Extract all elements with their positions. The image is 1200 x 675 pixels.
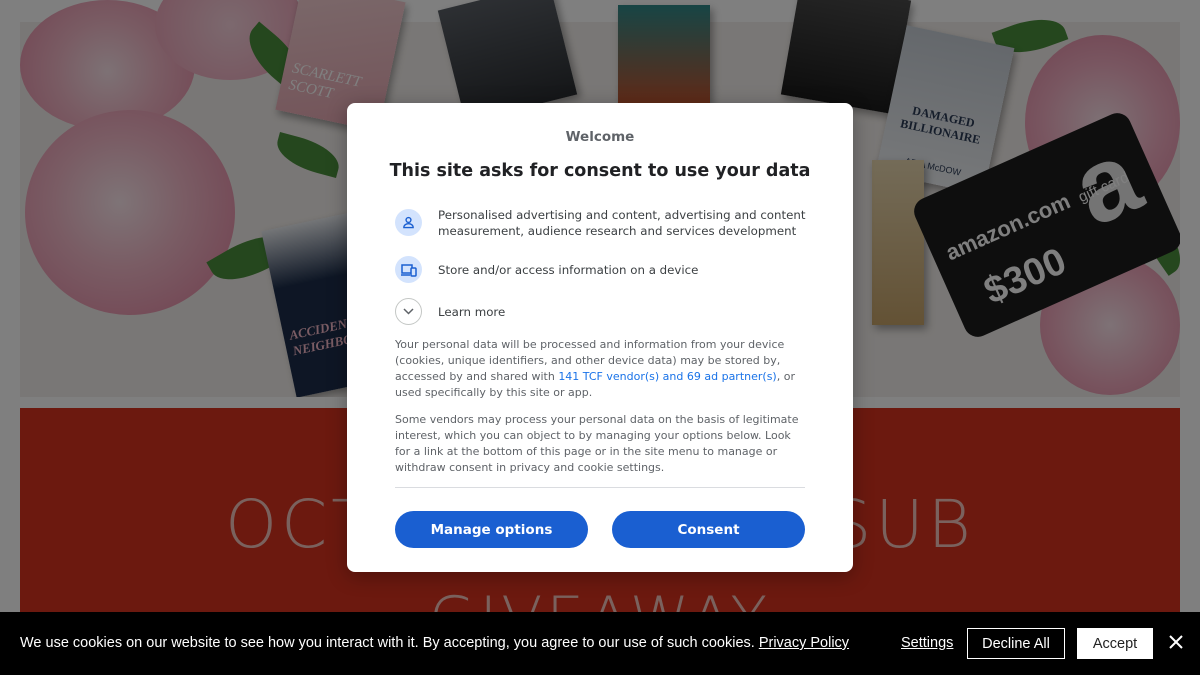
accept-button[interactable]: Accept bbox=[1077, 628, 1153, 659]
consent-dialog: Welcome This site asks for consent to us… bbox=[347, 103, 853, 572]
decline-all-button[interactable]: Decline All bbox=[967, 628, 1065, 659]
purpose-text: Store and/or access information on a dev… bbox=[438, 263, 699, 277]
learn-more-toggle[interactable]: Learn more bbox=[395, 298, 815, 328]
dialog-title: This site asks for consent to use your d… bbox=[389, 161, 811, 181]
legitimate-interest-paragraph: Some vendors may process your personal d… bbox=[395, 413, 799, 474]
close-icon[interactable] bbox=[1167, 633, 1185, 651]
privacy-policy-link[interactable]: Privacy Policy bbox=[759, 635, 849, 651]
purpose-text: Personalised advertising and content, ad… bbox=[438, 208, 806, 238]
manage-options-button[interactable]: Manage options bbox=[395, 511, 588, 548]
consent-button[interactable]: Consent bbox=[612, 511, 805, 548]
cookie-banner: We use cookies on our website to see how… bbox=[0, 612, 1200, 675]
purpose-item: Personalised advertising and content, ad… bbox=[395, 207, 815, 241]
purpose-item: Store and/or access information on a dev… bbox=[395, 256, 815, 286]
dialog-divider bbox=[395, 487, 805, 488]
cookie-message: We use cookies on our website to see how… bbox=[20, 635, 850, 651]
cookie-settings-link[interactable]: Settings bbox=[901, 635, 953, 651]
chevron-down-icon[interactable] bbox=[395, 298, 422, 325]
consent-paragraph: Your personal data will be processed and… bbox=[395, 338, 795, 399]
dialog-welcome: Welcome bbox=[565, 129, 635, 145]
person-icon bbox=[395, 209, 422, 236]
vendors-link[interactable]: 141 TCF vendor(s) and 69 ad partner(s) bbox=[558, 370, 776, 383]
learn-more-label[interactable]: Learn more bbox=[438, 304, 818, 320]
devices-icon bbox=[395, 256, 422, 283]
